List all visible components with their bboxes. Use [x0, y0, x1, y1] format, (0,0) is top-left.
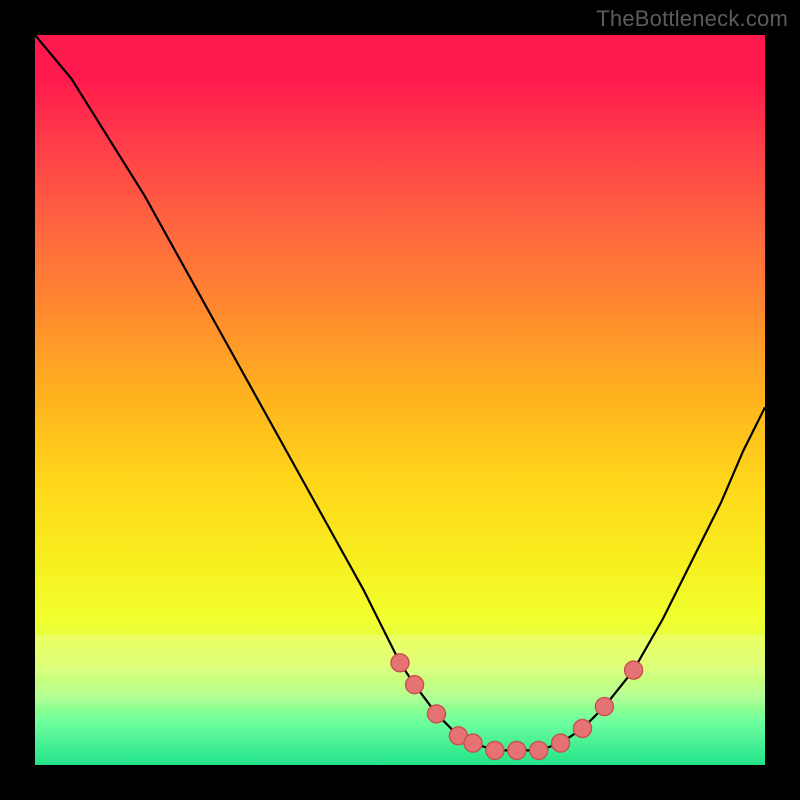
sweet-spot-dot — [574, 720, 592, 738]
sweet-spot-dot — [486, 741, 504, 759]
sweet-spot-dot — [595, 698, 613, 716]
chart-frame — [35, 35, 765, 765]
watermark-text: TheBottleneck.com — [596, 6, 788, 32]
sweet-spot-dot — [391, 654, 409, 672]
sweet-spot-dot — [625, 661, 643, 679]
sweet-spot-dot — [552, 734, 570, 752]
sweet-spot-dot — [508, 741, 526, 759]
sweet-spot-dot — [406, 676, 424, 694]
sweet-spot-dot — [530, 741, 548, 759]
sweet-spot-dot — [464, 734, 482, 752]
chart-svg — [35, 35, 765, 765]
sweet-spot-dot — [428, 705, 446, 723]
sweet-spot-dots — [391, 654, 643, 760]
bottleneck-curve — [35, 35, 765, 750]
